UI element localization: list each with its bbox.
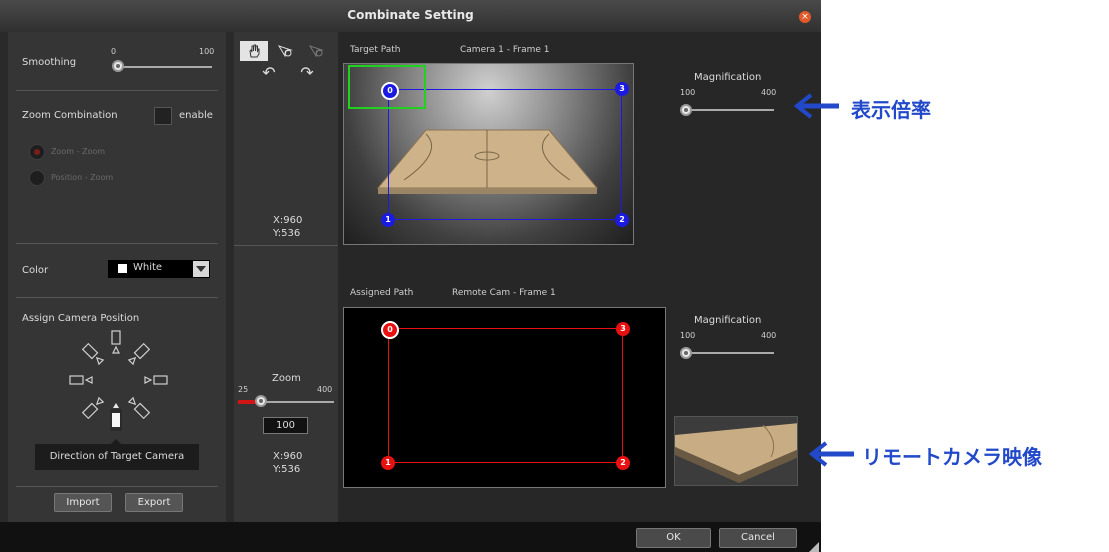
color-select[interactable]: White <box>108 260 210 278</box>
cancel-button[interactable]: Cancel <box>719 528 797 548</box>
color-label: Color <box>22 265 49 276</box>
assigned-point-1[interactable]: 1 <box>381 456 395 470</box>
enable-label: enable <box>179 110 213 121</box>
import-button[interactable]: Import <box>54 493 112 512</box>
camera-position-top-left-icon[interactable] <box>81 342 105 366</box>
color-swatch <box>118 264 127 273</box>
window-title: Combinate Setting <box>347 8 474 22</box>
target-magnification-knob[interactable] <box>680 104 692 116</box>
redo-icon[interactable]: ↷ <box>292 63 322 83</box>
camera-position-bottom-right-icon[interactable] <box>127 396 151 420</box>
radio-selected-dot <box>34 149 40 155</box>
color-value: White <box>133 262 163 273</box>
left-settings-panel: Smoothing 0 100 Zoom Combination enable … <box>8 32 226 522</box>
assigned-magnification-knob[interactable] <box>680 347 692 359</box>
target-magnification-max: 400 <box>761 88 777 97</box>
target-camera-label: Camera 1 - Frame 1 <box>460 45 550 55</box>
hand-icon <box>249 44 260 58</box>
tool-column: ↶ ↷ X:960 Y:536 Zoom 25 400 100 X:960 Y:… <box>234 32 338 522</box>
assigned-camera-label: Remote Cam - Frame 1 <box>452 288 556 298</box>
target-coords-y: Y:536 <box>273 228 301 239</box>
assigned-coords-x: X:960 <box>273 451 303 462</box>
arrow-left-icon <box>793 93 839 119</box>
camera-position-left-icon[interactable] <box>69 375 93 385</box>
camera-position-bottom-icon[interactable] <box>110 403 122 431</box>
magnification-annotation: 表示倍率 <box>851 98 931 122</box>
camera-position-bottom-left-icon[interactable] <box>81 396 105 420</box>
target-point-2[interactable]: 2 <box>615 213 629 227</box>
remote-cam-preview <box>674 416 798 486</box>
remote-cam-court-image <box>675 417 797 485</box>
target-path-label: Target Path <box>350 45 401 55</box>
assigned-path-rect <box>388 328 623 463</box>
add-point-tool-button[interactable] <box>271 41 299 61</box>
divider <box>16 90 218 91</box>
smoothing-slider-track[interactable] <box>118 66 212 68</box>
smoothing-slider-knob[interactable] <box>112 60 124 72</box>
resize-grip-icon[interactable] <box>809 542 819 552</box>
pointer-add-icon <box>277 45 293 58</box>
assigned-point-0[interactable]: 0 <box>381 321 399 339</box>
smoothing-min: 0 <box>111 47 117 56</box>
target-magnification-min: 100 <box>680 88 696 97</box>
path-view-area: Target Path Camera 1 - Frame 1 0 3 1 2 M… <box>338 32 821 522</box>
assigned-magnification-track[interactable] <box>684 352 774 354</box>
camera-position-top-icon[interactable] <box>111 330 121 354</box>
radio-position-zoom-label: Position - Zoom <box>51 173 114 182</box>
zoom-combination-label: Zoom Combination <box>22 110 118 121</box>
camera-position-selector <box>69 330 168 431</box>
divider <box>16 297 218 298</box>
ok-button[interactable]: OK <box>636 528 711 548</box>
zoom-slider-knob[interactable] <box>255 395 267 407</box>
radio-position-zoom[interactable] <box>29 170 45 186</box>
assigned-point-3[interactable]: 3 <box>616 322 630 336</box>
title-bar: Combinate Setting × <box>0 0 821 32</box>
export-button[interactable]: Export <box>125 493 183 512</box>
zoom-min: 25 <box>238 385 249 394</box>
direction-tooltip: Direction of Target Camera <box>35 439 199 470</box>
assigned-path-label: Assigned Path <box>350 288 414 298</box>
remove-point-tool-button[interactable] <box>302 41 330 61</box>
pointer-remove-icon <box>308 45 324 58</box>
zoom-label: Zoom <box>272 373 301 384</box>
radio-zoom-zoom[interactable] <box>29 144 45 160</box>
divider <box>234 245 338 246</box>
direction-tooltip-text: Direction of Target Camera <box>49 451 185 462</box>
radio-zoom-zoom-label: Zoom - Zoom <box>51 147 106 156</box>
enable-checkbox[interactable] <box>154 107 172 125</box>
undo-icon[interactable]: ↶ <box>254 63 284 83</box>
combinate-setting-dialog: Combinate Setting × Smoothing 0 100 Zoom… <box>0 0 821 552</box>
target-point-3[interactable]: 3 <box>615 82 629 96</box>
zoom-value: 100 <box>275 420 296 431</box>
assigned-magnification-max: 400 <box>761 331 777 340</box>
button-bar: OK Cancel <box>0 522 821 552</box>
target-point-1[interactable]: 1 <box>381 213 395 227</box>
zoom-value-input[interactable]: 100 <box>263 417 308 434</box>
smoothing-label: Smoothing <box>22 57 77 68</box>
target-magnification-track[interactable] <box>684 109 774 111</box>
target-coords-x: X:960 <box>273 215 303 226</box>
chevron-down-icon[interactable] <box>193 261 209 277</box>
assigned-coords-y: Y:536 <box>273 464 301 475</box>
hand-tool-button[interactable] <box>240 41 268 61</box>
arrow-left-icon <box>808 441 854 467</box>
assigned-magnification-min: 100 <box>680 331 696 340</box>
assigned-camera-view[interactable]: 0 3 1 2 <box>343 307 666 488</box>
target-point-0[interactable]: 0 <box>381 82 399 100</box>
camera-position-right-icon[interactable] <box>144 375 168 385</box>
assigned-magnification-label: Magnification <box>694 315 762 326</box>
target-camera-view[interactable]: 0 3 1 2 <box>343 63 634 245</box>
smoothing-max: 100 <box>199 47 215 56</box>
divider <box>16 243 218 244</box>
zoom-max: 400 <box>317 385 333 394</box>
assign-camera-position-label: Assign Camera Position <box>22 313 140 324</box>
camera-position-top-right-icon[interactable] <box>127 342 151 366</box>
assigned-point-2[interactable]: 2 <box>616 456 630 470</box>
target-magnification-label: Magnification <box>694 72 762 83</box>
close-button[interactable]: × <box>799 11 811 23</box>
remote-cam-annotation: リモートカメラ映像 <box>862 445 1042 469</box>
divider <box>16 486 218 487</box>
